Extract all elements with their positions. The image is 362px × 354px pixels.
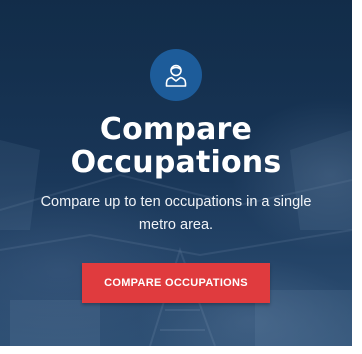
compare-occupations-card: Compare Occupations Compare up to ten oc… — [0, 0, 352, 346]
icon-badge — [150, 49, 202, 101]
person-icon — [165, 64, 187, 87]
card-title-line-1: Compare — [99, 112, 253, 147]
compare-occupations-button[interactable]: COMPARE OCCUPATIONS — [82, 263, 270, 303]
card-title: Compare Occupations — [71, 113, 282, 179]
card-title-line-2: Occupations — [70, 145, 282, 180]
card-description: Compare up to ten occupations in a singl… — [40, 194, 312, 233]
card-content: Compare Occupations Compare up to ten oc… — [0, 0, 352, 346]
